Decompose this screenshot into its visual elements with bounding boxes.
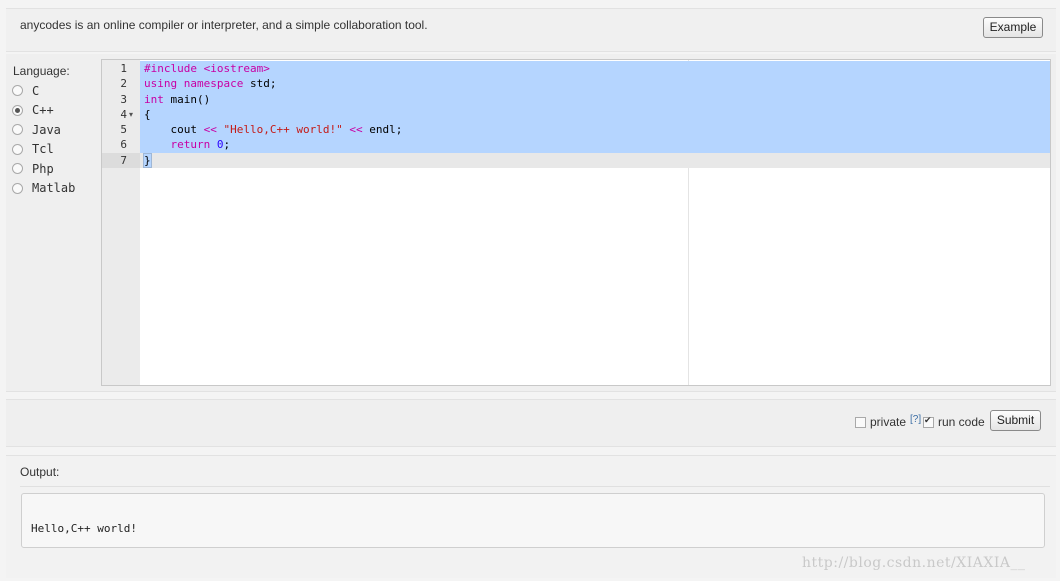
- code-line[interactable]: 2 using namespace std;: [102, 76, 1050, 92]
- line-number: 5: [120, 123, 127, 137]
- radio-icon[interactable]: [12, 104, 23, 116]
- line-number: 1: [120, 62, 127, 75]
- language-option-php[interactable]: Php: [12, 159, 75, 179]
- private-label: private: [870, 415, 907, 429]
- language-option-matlab[interactable]: Matlab: [12, 179, 75, 199]
- fold-arrow-icon[interactable]: ▾: [129, 107, 133, 122]
- submit-button[interactable]: Submit: [990, 410, 1041, 431]
- code-lines[interactable]: 1 #include <iostream> 2 using namespace std…: [102, 61, 1050, 169]
- language-label: Java: [32, 122, 61, 137]
- site-description: anycodes is an online compiler or interp…: [20, 18, 428, 32]
- radio-icon[interactable]: [12, 85, 23, 97]
- top-bar: anycodes is an online compiler or interp…: [6, 8, 1056, 52]
- radio-icon[interactable]: [12, 163, 23, 175]
- code-line[interactable]: 4 ▾ {: [102, 106, 1050, 123]
- code-line[interactable]: 6 return 0;: [102, 137, 1050, 153]
- main-panel: Language: C C++ Java Tcl Php Matlab 1 #i…: [6, 54, 1056, 392]
- code-text[interactable]: return 0;: [140, 137, 1050, 153]
- language-label: Matlab: [32, 181, 76, 196]
- code-text[interactable]: }: [140, 152, 1050, 168]
- run-code-label: run code: [938, 415, 985, 429]
- output-text: Hello,C++ world!: [31, 522, 137, 535]
- code-text[interactable]: using namespace std;: [140, 76, 1050, 92]
- output-box: Hello,C++ world!: [21, 493, 1045, 548]
- language-title: Language:: [13, 64, 70, 78]
- language-label: C: [32, 83, 40, 98]
- line-number: 3: [120, 92, 127, 106]
- radio-icon[interactable]: [12, 124, 23, 136]
- code-text[interactable]: #include <iostream>: [140, 61, 1050, 77]
- radio-icon[interactable]: [12, 143, 23, 155]
- watermark: http://blog.csdn.net/XIAXIA__: [802, 555, 1026, 571]
- line-number: 2: [120, 77, 127, 91]
- language-label: Php: [32, 161, 54, 176]
- line-number: 6: [120, 138, 127, 152]
- private-help-link[interactable]: [?]: [910, 414, 921, 425]
- run-code-checkbox[interactable]: [923, 415, 934, 428]
- code-text[interactable]: {: [140, 106, 1050, 123]
- language-option-c[interactable]: C: [12, 81, 75, 101]
- private-checkbox[interactable]: [855, 417, 866, 428]
- line-number: 7: [102, 152, 127, 169]
- language-list: C C++ Java Tcl Php Matlab: [12, 81, 75, 198]
- line-number: 4: [120, 107, 127, 121]
- code-line[interactable]: 5 cout << "Hello,C++ world!" << endl;: [102, 122, 1050, 138]
- code-text[interactable]: cout << "Hello,C++ world!" << endl;: [140, 122, 1050, 138]
- code-line[interactable]: 7}: [102, 152, 1050, 169]
- code-line[interactable]: 1 #include <iostream>: [102, 61, 1050, 77]
- language-option-tcl[interactable]: Tcl: [12, 140, 75, 160]
- code-line[interactable]: 3 int main(): [102, 91, 1050, 107]
- submit-bar: private [?] run code Submit: [6, 399, 1056, 447]
- language-option-cpp[interactable]: C++: [12, 101, 75, 121]
- divider: [20, 486, 1050, 487]
- language-label: C++: [32, 103, 54, 118]
- output-label: Output:: [20, 465, 60, 479]
- code-text[interactable]: int main(): [140, 91, 1050, 107]
- example-button[interactable]: Example: [983, 17, 1043, 38]
- language-label: Tcl: [32, 142, 54, 157]
- radio-icon[interactable]: [12, 182, 23, 194]
- language-option-java[interactable]: Java: [12, 120, 75, 140]
- code-editor[interactable]: 1 #include <iostream> 2 using namespace std…: [101, 59, 1051, 386]
